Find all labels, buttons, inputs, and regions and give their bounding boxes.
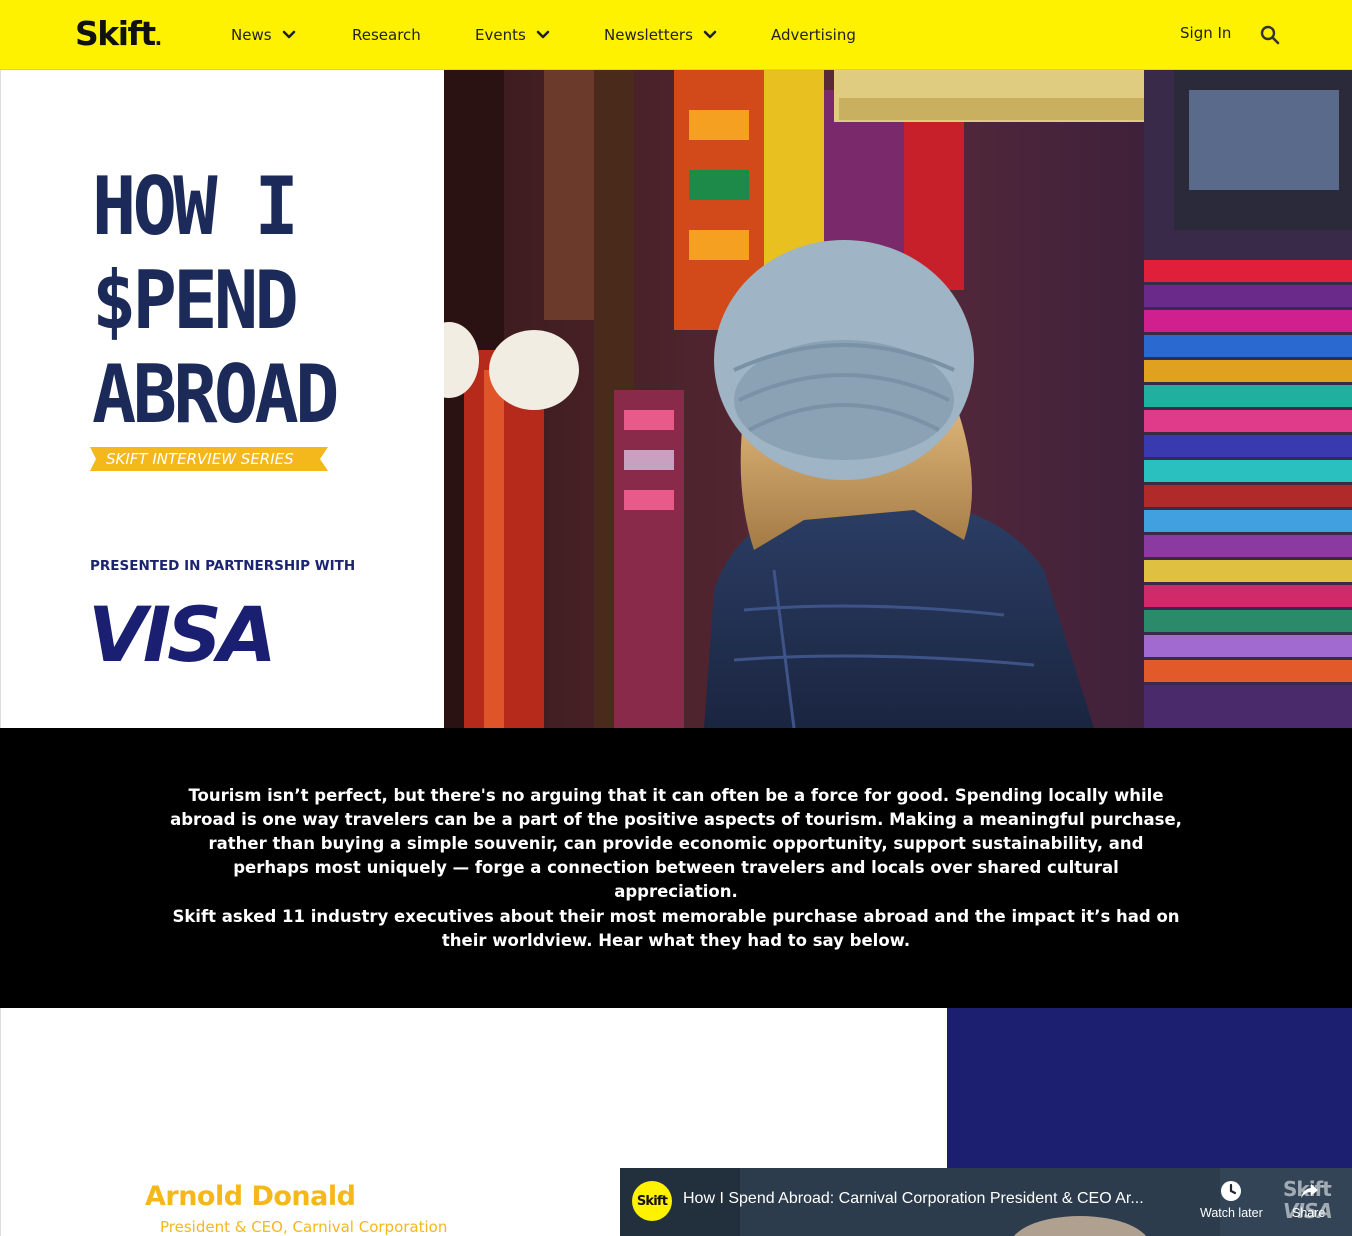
person-role: President & CEO, Carnival Corporation (160, 1218, 448, 1236)
nav-news-label: News (231, 26, 272, 44)
watch-later-button[interactable]: Watch later (1200, 1180, 1263, 1220)
nav-newsletters-label: Newsletters (604, 26, 693, 44)
hero-photo (444, 70, 1352, 728)
series-label: SKIFT INTERVIEW SERIES (106, 450, 294, 468)
hero-title-line: ABROAD (92, 348, 339, 441)
skift-logo[interactable]: Skift. (75, 14, 162, 58)
person-name: Arnold Donald (145, 1181, 356, 1212)
clock-icon (1221, 1181, 1242, 1201)
nav-advertising-label: Advertising (771, 26, 856, 44)
share-icon (1300, 1184, 1318, 1198)
partner-label: PRESENTED IN PARTNERSHIP WITH (90, 558, 356, 574)
nav-advertising[interactable]: Advertising (771, 24, 856, 46)
nav-research-label: Research (352, 26, 421, 44)
logo-text: Skift (75, 14, 156, 53)
chevron-down-icon (282, 30, 295, 39)
video-channel-badge[interactable]: Skift (632, 1181, 672, 1221)
nav-newsletters[interactable]: Newsletters (604, 24, 717, 46)
hero-title-line: $PEND (92, 254, 299, 347)
hero-title: HOW I $PEND ABROAD (92, 160, 368, 442)
sign-in-link[interactable]: Sign In (1180, 24, 1231, 42)
search-icon[interactable] (1260, 25, 1280, 45)
site-header: Skift. News Research Events Newsletters … (0, 0, 1352, 70)
chevron-down-icon (703, 30, 717, 39)
chevron-down-icon (536, 30, 550, 39)
nav-news[interactable]: News (231, 24, 296, 46)
watch-later-label: Watch later (1200, 1206, 1263, 1220)
visa-logo: VISA (88, 590, 277, 679)
share-label: Share (1292, 1206, 1326, 1220)
intro-paragraph: Tourism isn’t perfect, but there's no ar… (170, 786, 1182, 901)
market-photo (444, 70, 1352, 728)
video-title[interactable]: How I Spend Abroad: Carnival Corporation… (683, 1190, 1144, 1208)
intro-paragraph: Skift asked 11 industry executives about… (172, 907, 1180, 950)
hero-title-line: HOW I (92, 160, 299, 253)
share-button[interactable]: Share (1292, 1180, 1325, 1220)
nav-events-label: Events (475, 26, 526, 44)
video-player[interactable]: Skift How I Spend Abroad: Carnival Corpo… (620, 1168, 1352, 1236)
nav-events[interactable]: Events (475, 24, 550, 46)
nav-research[interactable]: Research (352, 24, 421, 46)
intro-section: Tourism isn’t perfect, but there's no ar… (0, 728, 1352, 1008)
